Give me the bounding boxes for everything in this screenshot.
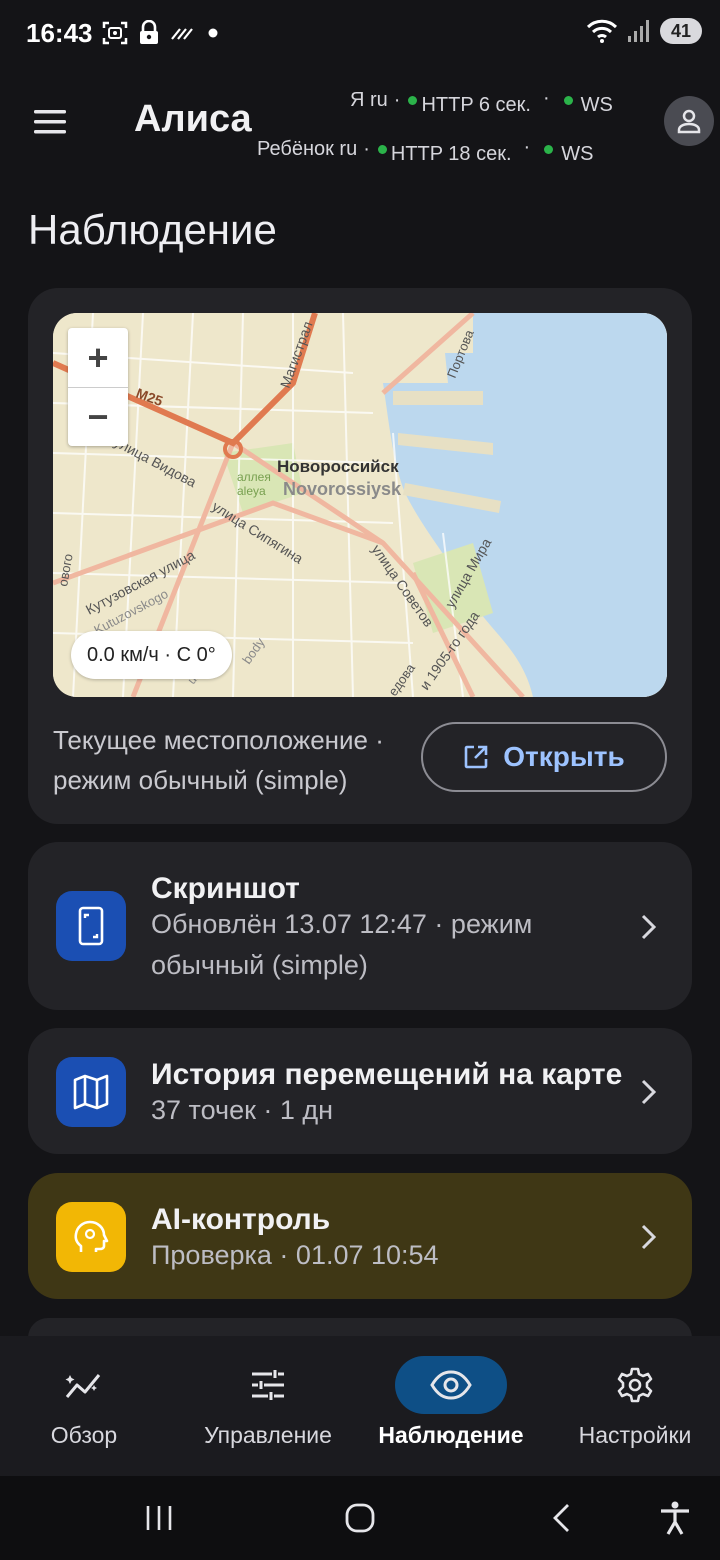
nav-item-control[interactable]: Управление <box>178 1336 358 1476</box>
status-icons-left <box>102 20 220 46</box>
http-status: HTTP 18 сек. <box>390 143 512 165</box>
chevron-right-icon <box>641 914 657 940</box>
ai-head-icon <box>74 1220 109 1252</box>
zoom-controls: + − <box>68 328 128 446</box>
nav-pill <box>212 1356 324 1414</box>
http-status: HTTP 6 сек. <box>421 94 531 116</box>
connection-name: Я ru <box>350 89 388 111</box>
battery-indicator: 41 <box>660 18 702 44</box>
avatar[interactable] <box>664 96 714 146</box>
map-label: аллея <box>237 470 271 484</box>
status-time: 16:43 <box>26 18 93 48</box>
nav-item-settings[interactable]: Настройки <box>545 1336 720 1476</box>
ai-control-tile <box>56 1202 126 1272</box>
nav-label: Настройки <box>578 1422 692 1448</box>
screenshot-tile <box>56 891 126 961</box>
nav-pill <box>28 1356 140 1414</box>
connection-row-child: Ребёнок ru · HTTP 18 сек. · WS <box>257 133 593 166</box>
separator: · <box>393 89 401 111</box>
sparkline-icon <box>65 1374 101 1398</box>
location-caption: Текущее местоположение · режим обычный (… <box>53 725 384 795</box>
lock-icon <box>140 20 158 44</box>
person-icon <box>677 109 701 134</box>
open-map-label: Открыть <box>503 741 625 772</box>
home-icon[interactable] <box>344 1502 376 1534</box>
separator: · <box>523 136 531 158</box>
zoom-in-button[interactable]: + <box>68 328 128 387</box>
menu-icon[interactable] <box>28 100 72 144</box>
system-navigation-bar <box>0 1476 720 1560</box>
accessibility-icon[interactable] <box>658 1500 692 1536</box>
card-subtitle: Проверка · 01.07 10:54 <box>151 1240 439 1270</box>
card-title: Скриншот <box>151 872 300 905</box>
status-dot <box>408 96 418 105</box>
eye-icon <box>430 1370 472 1400</box>
location-card: Новороссийск Novorossiysk M25 Магистрал … <box>28 288 692 824</box>
separator: · <box>543 87 550 109</box>
ws-status: WS <box>561 143 594 165</box>
dot-icon <box>208 28 218 38</box>
chevron-right-icon <box>641 1079 657 1105</box>
card-title: AI-контроль <box>151 1203 331 1236</box>
map-view[interactable]: Новороссийск Novorossiysk M25 Магистрал … <box>53 313 667 697</box>
nav-label: Наблюдение <box>378 1422 524 1448</box>
external-link-icon <box>464 745 488 769</box>
chevron-right-icon <box>641 1224 657 1250</box>
separator: · <box>363 138 370 160</box>
card-subtitle: Обновлён 13.07 12:47 · режим обычный (si… <box>151 909 533 980</box>
wifi-icon <box>586 19 618 43</box>
connection-row-parent: Я ru · HTTP 6 сек. · WS <box>350 84 613 117</box>
nav-pill <box>579 1356 691 1414</box>
status-bar: 16:43 41 <box>0 0 720 70</box>
history-card[interactable]: История перемещений на карте 37 точек · … <box>28 1028 692 1154</box>
bottom-navigation: Обзор Управление Наблюдение Настройки <box>0 1336 720 1476</box>
nav-item-observation[interactable]: Наблюдение <box>361 1336 541 1476</box>
nav-label: Обзор <box>50 1422 118 1448</box>
nav-pill-active <box>395 1356 507 1414</box>
map-label: aleya <box>237 484 266 498</box>
phone-screenshot-icon <box>78 906 104 946</box>
nav-item-overview[interactable]: Обзор <box>0 1336 174 1476</box>
screenshot-card[interactable]: Скриншот Обновлён 13.07 12:47 · режим об… <box>28 842 692 1010</box>
recents-icon[interactable] <box>144 1504 174 1532</box>
status-dot <box>544 145 554 154</box>
page-title: Наблюдение <box>28 206 277 253</box>
ai-control-card[interactable]: AI-контроль Проверка · 01.07 10:54 <box>28 1173 692 1299</box>
gear-icon <box>617 1367 653 1403</box>
speed-heading-badge: 0.0 км/ч · С 0° <box>71 631 232 679</box>
nav-label: Управление <box>204 1422 332 1448</box>
face-scan-icon <box>102 21 128 45</box>
open-map-button[interactable]: Открыть <box>421 722 667 792</box>
app-title: Алиса <box>134 98 252 140</box>
zoom-out-button[interactable]: − <box>68 387 128 446</box>
map-label: Новороссийск <box>277 457 399 476</box>
sliders-icon <box>252 1370 284 1400</box>
status-dot <box>377 145 387 154</box>
ws-status: WS <box>580 94 613 116</box>
status-icons-right: 41 <box>586 18 702 44</box>
card-subtitle: 37 точек · 1 дн <box>151 1095 334 1125</box>
status-dot <box>563 96 573 105</box>
history-tile <box>56 1057 126 1127</box>
cell-signal-icon <box>628 20 649 42</box>
card-title: История перемещений на карте <box>151 1058 623 1091</box>
map-icon <box>73 1074 109 1110</box>
app-header: Алиса Я ru · HTTP 6 сек. · WS Ребёнок ru… <box>0 70 720 180</box>
connection-name: Ребёнок ru <box>257 138 358 160</box>
back-icon[interactable] <box>550 1502 574 1534</box>
map-label: Novorossiysk <box>283 479 402 499</box>
signal-hatch-icon <box>171 28 193 40</box>
